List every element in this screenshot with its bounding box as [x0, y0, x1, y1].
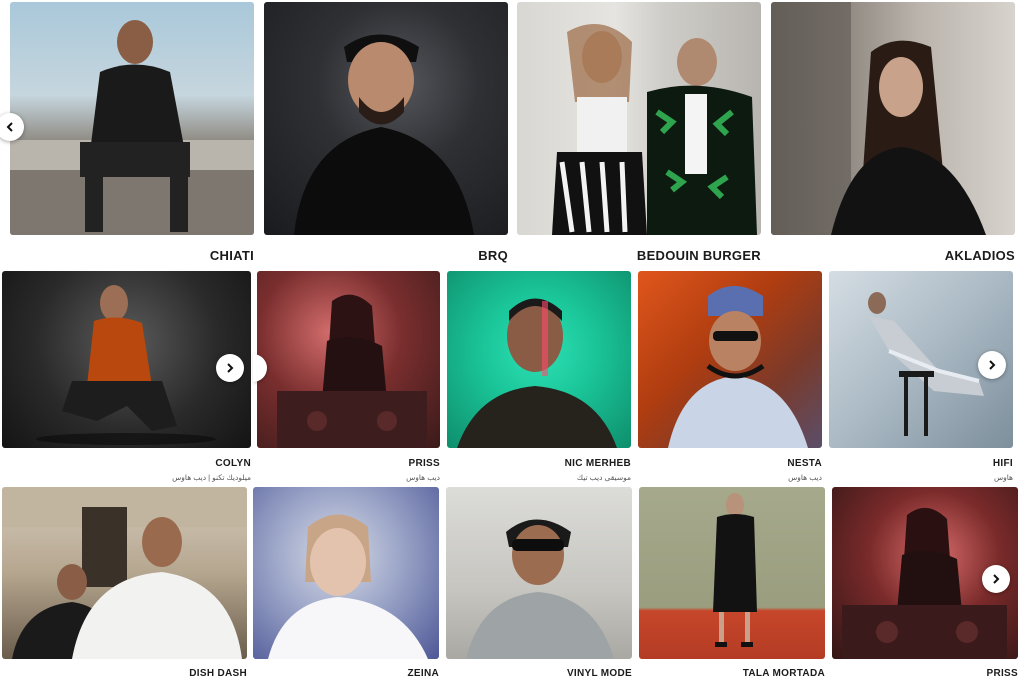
chevron-left-icon: [6, 122, 13, 132]
artist-name[interactable]: AKLADIOS: [945, 248, 1015, 263]
artists-row-1: CHIATI BRQ BEDOUIN BURGER AKLADIOS: [0, 0, 1024, 265]
artist-photo[interactable]: [447, 271, 631, 448]
artist-photo[interactable]: [771, 2, 1015, 235]
carousel-next-button[interactable]: [216, 354, 244, 382]
artist-name[interactable]: COLYN: [215, 458, 251, 469]
artist-card-chiati[interactable]: CHIATI: [10, 2, 254, 263]
artist-card-akladios[interactable]: AKLADIOS: [771, 2, 1015, 263]
chevron-right-icon: [227, 363, 234, 373]
artists-row-3: DISH DASH ZEINA VINYL MODE TALA MORTADA …: [0, 486, 1024, 683]
artist-name[interactable]: DISH DASH: [189, 668, 247, 679]
artist-name[interactable]: VINYL MODE: [567, 668, 632, 679]
artist-card-dish-dash[interactable]: DISH DASH: [2, 487, 247, 681]
artist-photo[interactable]: [257, 271, 440, 448]
artist-photo[interactable]: [264, 2, 508, 235]
artist-photo[interactable]: [2, 487, 247, 659]
artist-name[interactable]: PRISS: [986, 668, 1018, 679]
artist-photo[interactable]: [2, 271, 251, 448]
artist-card-nesta[interactable]: NESTA ديب هاوس: [638, 271, 822, 483]
artists-row-2: COLYN ميلوديك تكنو | ديب هاوس PRISS ديب …: [0, 270, 1024, 485]
carousel-next-button[interactable]: [982, 565, 1010, 593]
artist-photo[interactable]: [253, 487, 439, 659]
artist-genre: هاوس: [993, 473, 1013, 482]
artist-photo[interactable]: [446, 487, 632, 659]
artist-name[interactable]: TALA MORTADA: [743, 668, 825, 679]
artist-genre: ميلوديك تكنو | ديب هاوس: [172, 473, 251, 482]
artist-name[interactable]: NIC MERHEB: [565, 458, 631, 469]
artist-card-nic-merheb[interactable]: NIC MERHEB موسيقى ديب تيك: [447, 271, 631, 483]
artist-name[interactable]: BEDOUIN BURGER: [637, 248, 761, 263]
artist-name[interactable]: CHIATI: [210, 248, 254, 263]
chevron-right-icon: [993, 574, 1000, 584]
artist-name[interactable]: PRISS: [408, 458, 440, 469]
artist-photo[interactable]: [639, 487, 825, 659]
artist-card-vinyl-mode[interactable]: VINYL MODE: [446, 487, 632, 681]
artist-genre: موسيقى ديب تيك: [576, 473, 631, 482]
artist-card-tala-mortada[interactable]: TALA MORTADA: [639, 487, 825, 681]
artist-name[interactable]: ZEINA: [408, 668, 440, 679]
artist-card-zeina[interactable]: ZEINA: [253, 487, 439, 681]
artist-card-bedouin-burger[interactable]: BEDOUIN BURGER: [517, 2, 761, 263]
artist-genre: ديب هاوس: [406, 473, 440, 482]
artist-card-brq[interactable]: BRQ: [264, 2, 508, 263]
artist-card-priss[interactable]: PRISS ديب هاوس: [257, 271, 440, 483]
chevron-right-icon: [989, 360, 996, 370]
artist-genre: ديب هاوس: [788, 473, 822, 482]
artist-card-colyn[interactable]: COLYN ميلوديك تكنو | ديب هاوس: [2, 271, 251, 483]
artist-photo[interactable]: [638, 271, 822, 448]
artist-name[interactable]: BRQ: [478, 248, 508, 263]
artist-name[interactable]: HIFI: [993, 458, 1013, 469]
artist-name[interactable]: NESTA: [787, 458, 822, 469]
carousel-next-button[interactable]: [978, 351, 1006, 379]
artist-photo[interactable]: [517, 2, 761, 235]
artist-photo[interactable]: [10, 2, 254, 235]
